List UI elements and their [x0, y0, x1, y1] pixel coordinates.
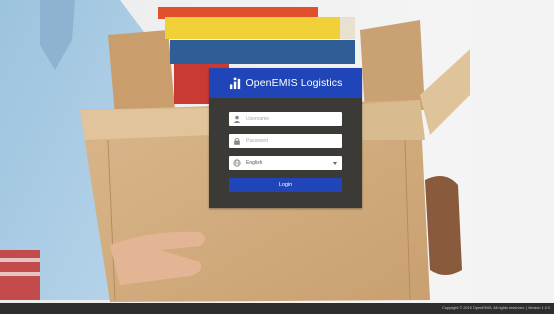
brand-header: OpenEMIS Logistics: [209, 68, 362, 98]
password-input[interactable]: [246, 138, 338, 144]
language-selected-value: English: [246, 160, 263, 166]
login-button[interactable]: Login: [229, 178, 342, 192]
username-field[interactable]: [229, 112, 342, 126]
user-icon: [233, 115, 241, 123]
lock-icon: [234, 137, 240, 145]
language-select[interactable]: English: [229, 156, 342, 170]
globe-icon: [233, 159, 241, 167]
copyright-text: Copyright © 2015 OpenEMIS. All rights re…: [442, 306, 550, 310]
openemis-logo-icon: [229, 76, 240, 89]
username-input[interactable]: [246, 116, 338, 122]
login-panel: OpenEMIS Logistics English Login: [209, 68, 362, 208]
brand-title: OpenEMIS Logistics: [245, 77, 343, 89]
chevron-down-icon: [333, 161, 337, 165]
password-field[interactable]: [229, 134, 342, 148]
footer-bar: Copyright © 2015 OpenEMIS. All rights re…: [0, 303, 554, 314]
